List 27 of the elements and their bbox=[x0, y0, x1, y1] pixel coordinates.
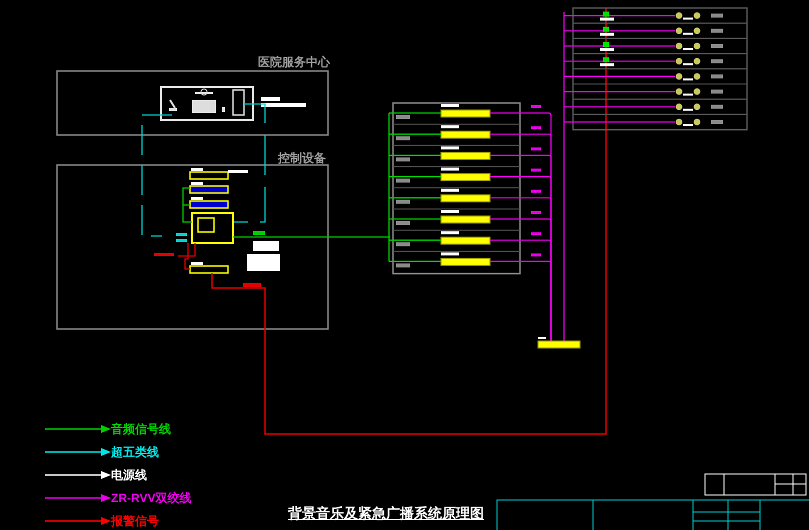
zone-label-bar bbox=[711, 90, 723, 94]
speaker-pair-icon bbox=[676, 42, 700, 50]
legend-label: 报警信号 bbox=[111, 513, 159, 529]
zone-label-bar bbox=[711, 59, 723, 64]
zone-label-bar bbox=[711, 120, 723, 124]
speaker-pair-icon bbox=[676, 58, 700, 66]
zone-label-bar bbox=[711, 74, 723, 78]
legend-label: 超五类线 bbox=[111, 444, 159, 460]
drawing-title: 背景音乐及紧急广播系统原理图 bbox=[288, 504, 484, 524]
control-module-drawing bbox=[538, 337, 580, 348]
zone-label-bar bbox=[711, 104, 723, 109]
room-title: 医院服务中心 bbox=[258, 54, 330, 71]
legend-label: ZR-RVV双绞线 bbox=[111, 490, 192, 506]
zone-label-bar bbox=[711, 14, 723, 18]
speaker-pair-icon bbox=[676, 28, 700, 35]
legend-label: 电源线 bbox=[111, 467, 147, 483]
speaker-pair-icon bbox=[676, 12, 700, 20]
legend-label: 音频信号线 bbox=[111, 421, 171, 437]
speaker-pair-icon bbox=[676, 118, 700, 126]
network-switch-drawing bbox=[261, 97, 306, 107]
speaker-pair-icon bbox=[676, 73, 700, 80]
zone-label-bar bbox=[711, 44, 723, 48]
room-title: 控制设备 bbox=[278, 150, 326, 167]
speaker-pair-icon bbox=[676, 104, 700, 111]
zone-label-bar bbox=[711, 28, 723, 33]
computer-drawing bbox=[247, 241, 280, 271]
speaker-pair-icon bbox=[676, 88, 700, 96]
